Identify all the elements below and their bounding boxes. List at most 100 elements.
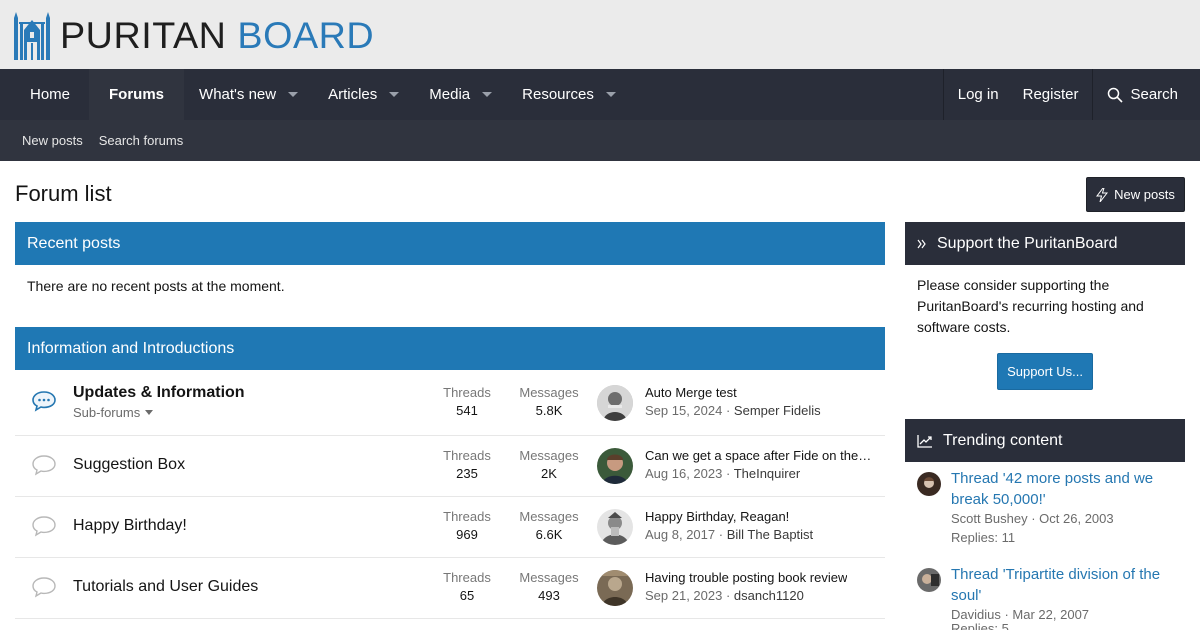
category-header[interactable]: Information and Introductions (15, 327, 885, 370)
avatar[interactable] (597, 509, 633, 545)
last-post-user[interactable]: Bill The Baptist (727, 527, 813, 542)
avatar[interactable] (597, 570, 633, 606)
nav-media[interactable]: Media (414, 69, 507, 120)
support-us-button[interactable]: Support Us... (997, 353, 1093, 390)
messages-label: Messages (519, 448, 579, 463)
logo-text-part1: PURITAN (60, 15, 227, 56)
threads-count: 65 (459, 588, 475, 603)
site-logo[interactable]: PURITAN BOARD (12, 12, 374, 60)
new-posts-button[interactable]: New posts (1086, 177, 1185, 212)
threads-stat: Threads 969 (439, 509, 495, 542)
search-button[interactable]: Search (1093, 86, 1200, 103)
trending-chart-icon (917, 434, 932, 448)
last-post-date[interactable]: Aug 8, 2017 (645, 527, 715, 542)
messages-label: Messages (519, 385, 579, 400)
subforums-label: Sub-forums (73, 405, 141, 420)
last-post-title[interactable]: Happy Birthday, Reagan! (645, 509, 789, 524)
messages-stat: Messages 6.6K (515, 509, 583, 542)
nav-whats-new-label: What's new (199, 86, 277, 103)
nav-home[interactable]: Home (0, 69, 89, 120)
forum-row[interactable]: Tutorials and User Guides Threads 65 Mes… (15, 558, 885, 619)
last-post-date[interactable]: Aug 16, 2023 (645, 466, 722, 481)
avatar[interactable] (917, 568, 941, 592)
messages-count: 6.6K (535, 527, 563, 542)
last-post-date[interactable]: Sep 15, 2024 (645, 403, 722, 418)
trending-user[interactable]: Scott Bushey (951, 511, 1028, 526)
recent-posts-header[interactable]: Recent posts (15, 222, 885, 265)
subnav-new-posts[interactable]: New posts (14, 133, 91, 148)
subnav-search-forums[interactable]: Search forums (91, 133, 192, 148)
messages-count: 2K (541, 466, 557, 481)
trending-date[interactable]: Mar 22, 2007 (1012, 607, 1089, 622)
trending-thread-link[interactable]: Thread '42 more posts and we break 50,00… (951, 468, 1171, 510)
last-post-meta: Aug 8, 2017 · Bill The Baptist (645, 527, 814, 542)
chevron-down-icon[interactable] (389, 92, 400, 97)
user-avatar-image (597, 448, 633, 484)
trending-user[interactable]: Davidius (951, 607, 1001, 622)
last-post-meta: Sep 21, 2023 · dsanch1120 (645, 588, 804, 603)
nav-forums-label: Forums (109, 86, 165, 103)
subforums-toggle[interactable]: Sub-forums (73, 405, 154, 420)
trending-thread-link[interactable]: Thread 'Tripartite division of the soul' (951, 564, 1171, 606)
nav-resources[interactable]: Resources (507, 69, 631, 120)
avatar[interactable] (917, 472, 941, 496)
chevron-down-icon[interactable] (288, 92, 299, 97)
trending-item: Thread '42 more posts and we break 50,00… (905, 462, 1185, 552)
chevron-down-icon[interactable] (605, 92, 616, 97)
threads-count: 969 (456, 527, 478, 542)
nav-articles[interactable]: Articles (313, 69, 414, 120)
user-avatar-image (597, 385, 633, 421)
forum-row[interactable]: Suggestion Box Threads 235 Messages 2K C… (15, 436, 885, 497)
logo-text-part2: BOARD (237, 15, 375, 56)
login-link[interactable]: Log in (946, 86, 1011, 103)
trending-date[interactable]: Oct 26, 2003 (1039, 511, 1113, 526)
last-post-title[interactable]: Auto Merge test (645, 385, 737, 400)
last-post-title[interactable]: Can we get a space after Fide on the hom… (645, 448, 873, 463)
chevron-down-icon[interactable] (482, 92, 493, 97)
search-label: Search (1130, 86, 1178, 103)
last-post-date[interactable]: Sep 21, 2023 (645, 588, 722, 603)
new-posts-button-label: New posts (1114, 187, 1175, 202)
nav-media-label: Media (429, 86, 471, 103)
avatar[interactable] (597, 385, 633, 421)
messages-stat: Messages 2K (515, 448, 583, 481)
forum-title[interactable]: Tutorials and User Guides (73, 578, 258, 596)
threads-stat: Threads 541 (439, 385, 495, 418)
nav-forums[interactable]: Forums (89, 69, 185, 120)
nav-articles-label: Articles (328, 86, 378, 103)
sub-navigation: New posts Search forums (0, 120, 1200, 161)
user-avatar-image (597, 509, 633, 545)
bolt-icon (1096, 187, 1109, 202)
threads-label: Threads (443, 448, 491, 463)
speech-bubble-icon (32, 577, 56, 598)
last-post-user[interactable]: dsanch1120 (734, 588, 804, 603)
forum-title[interactable]: Updates & Information (73, 384, 245, 402)
last-post-user[interactable]: Semper Fidelis (734, 403, 821, 418)
messages-stat: Messages 493 (515, 570, 583, 603)
threads-stat: Threads 65 (439, 570, 495, 603)
messages-count: 5.8K (535, 403, 563, 418)
last-post-meta: Sep 15, 2024 · Semper Fidelis (645, 403, 821, 418)
forum-title[interactable]: Suggestion Box (73, 456, 185, 474)
site-logo-text: PURITAN BOARD (60, 14, 374, 58)
nav-resources-label: Resources (522, 86, 594, 103)
forum-title[interactable]: Happy Birthday! (73, 517, 187, 535)
last-post-user[interactable]: TheInquirer (734, 466, 800, 481)
support-header: Support the PuritanBoard (905, 222, 1185, 265)
user-avatar-image (917, 568, 941, 592)
last-post-title[interactable]: Having trouble posting book review (645, 570, 847, 585)
nav-whats-new[interactable]: What's new (184, 69, 313, 120)
trending-item: Thread 'Tripartite division of the soul'… (905, 558, 1185, 630)
forum-row[interactable]: Updates & Information Sub-forums Threads… (15, 370, 885, 436)
support-heading: Support the PuritanBoard (937, 234, 1118, 252)
nav-user-area: Log in Register Search (942, 69, 1200, 120)
last-post-meta: Aug 16, 2023 · TheInquirer (645, 466, 801, 481)
trending-replies: Replies: 11 (951, 530, 1016, 545)
messages-label: Messages (519, 509, 579, 524)
messages-stat: Messages 5.8K (515, 385, 583, 418)
speech-bubble-icon (32, 516, 56, 537)
register-link[interactable]: Register (1011, 86, 1091, 103)
forum-row[interactable]: Happy Birthday! Threads 969 Messages 6.6… (15, 497, 885, 558)
recent-posts-empty-message: There are no recent posts at the moment. (27, 278, 285, 294)
avatar[interactable] (597, 448, 633, 484)
